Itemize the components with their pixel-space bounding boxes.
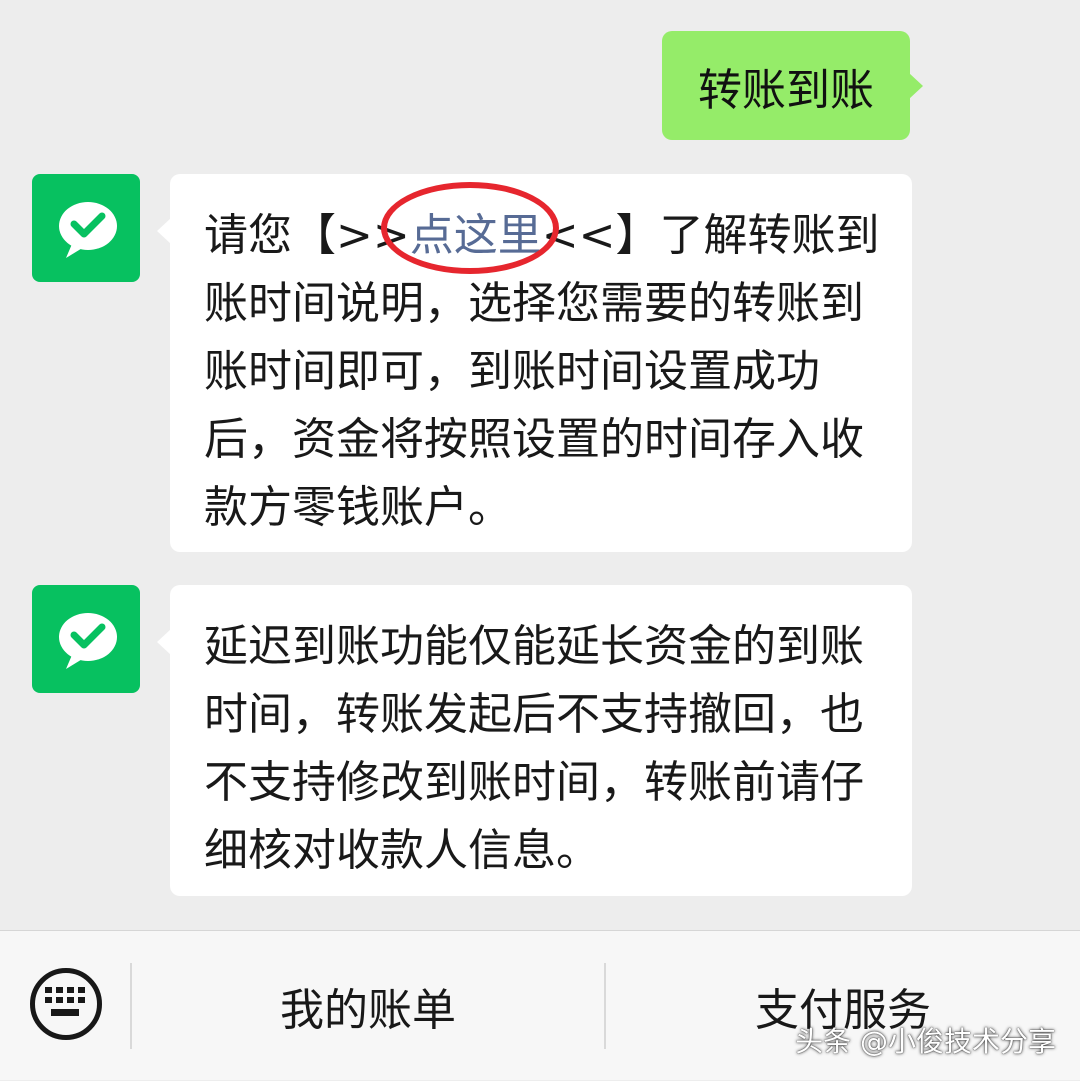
received-message-bubble[interactable]: 延迟到账功能仅能延长资金的到账 时间，转账发起后不支持撤回，也 不支持修改到账时… <box>157 585 912 896</box>
message-text: <<】了解转账到 <box>541 210 880 261</box>
wechat-pay-avatar[interactable] <box>32 174 140 282</box>
keyboard-toggle-button[interactable] <box>30 968 102 1040</box>
message-line: 款方零钱账户。 <box>204 482 512 533</box>
message-line: 不支持修改到账时间，转账前请仔 <box>204 757 864 808</box>
message-line: 后，资金将按照设置的时间存入收 <box>204 414 864 465</box>
watermark: 头条 @小俊技术分享 <box>795 1025 1056 1058</box>
click-here-link[interactable]: 点这里 <box>410 210 542 261</box>
sent-message-bubble[interactable]: 转账到账 <box>662 31 923 140</box>
message-line: 时间，转账发起后不支持撤回，也 <box>204 689 864 740</box>
sent-message-text: 转账到账 <box>698 64 874 116</box>
message-line: 账时间说明，选择您需要的转账到 <box>204 278 864 329</box>
message-text: 请您【>> <box>204 210 410 261</box>
message-line: 账时间即可，到账时间设置成功 <box>204 346 820 397</box>
menu-my-bills[interactable]: 我的账单 <box>132 931 604 1081</box>
wechat-pay-avatar[interactable] <box>32 585 140 693</box>
message-line: 请您【>>点这里<<】了解转账到 <box>204 202 882 270</box>
wechat-pay-logo-icon <box>59 613 117 669</box>
received-message-bubble[interactable]: 请您【>>点这里<<】了解转账到 账时间说明，选择您需要的转账到 账时间即可，到… <box>157 174 912 552</box>
message-line: 延迟到账功能仅能延长资金的到账 <box>204 621 864 672</box>
wechat-pay-logo-icon <box>59 202 117 258</box>
message-line: 细核对收款人信息。 <box>204 825 600 876</box>
keyboard-icon <box>45 987 85 1016</box>
